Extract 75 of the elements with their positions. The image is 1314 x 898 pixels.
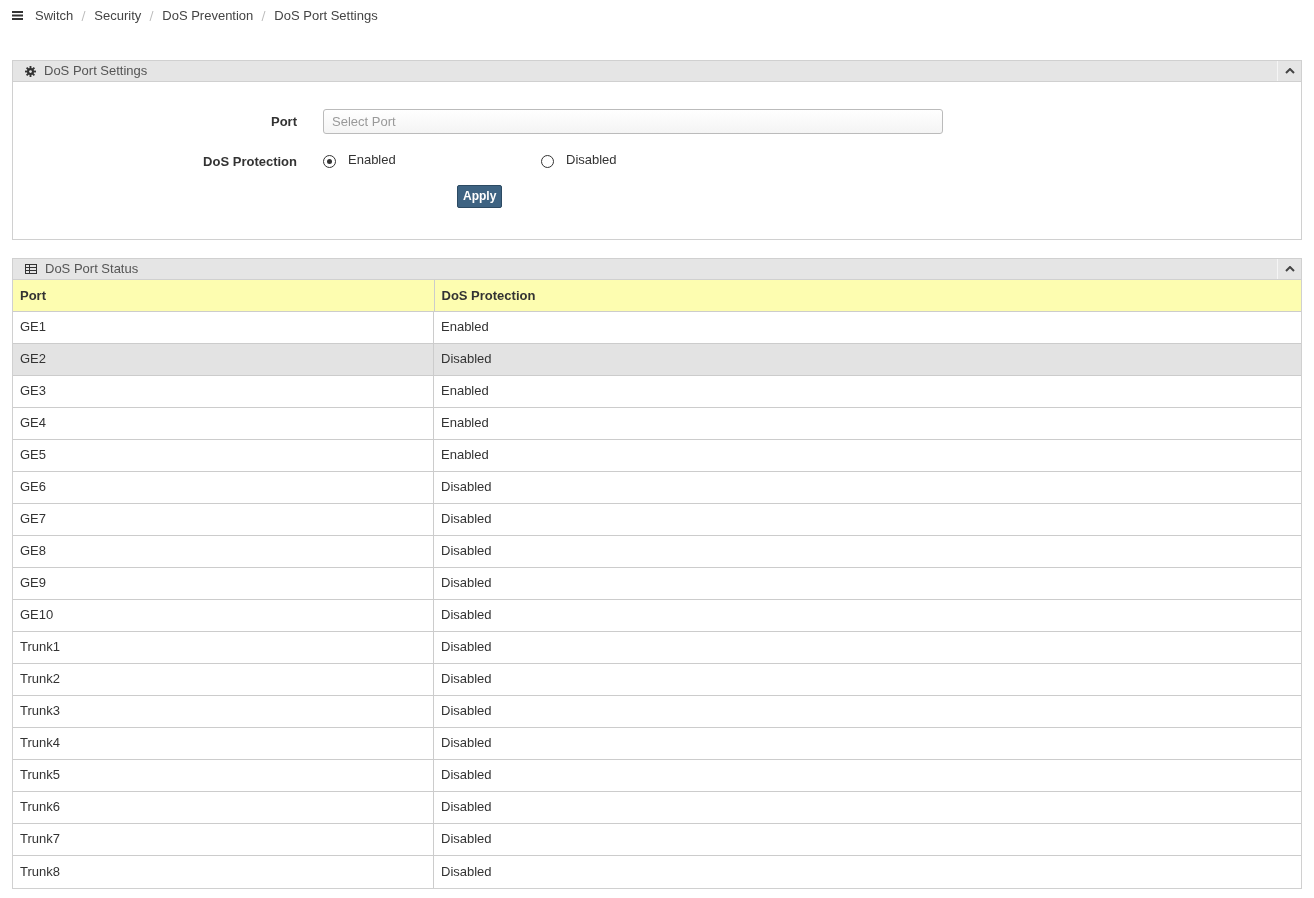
table-row[interactable]: GE9 Disabled (13, 567, 1301, 600)
table-icon (25, 264, 37, 274)
table-cell-text: Disabled (440, 542, 493, 561)
table-cell: Trunk6 (13, 791, 434, 823)
table-cell-text: Disabled (440, 670, 493, 689)
table-row[interactable]: Trunk2 Disabled (13, 663, 1301, 696)
port-label: Port (270, 112, 298, 131)
breadcrumb-link[interactable]: Switch (35, 5, 74, 26)
column-header: Port (13, 280, 434, 311)
table-cell-text: Disabled (440, 638, 493, 657)
table-cell: GE10 (13, 599, 434, 631)
slash-separator-icon (81, 9, 87, 22)
table-cell-text: Disabled (440, 510, 493, 529)
table-cell-text: Disabled (440, 830, 493, 849)
table-cell: GE7 (13, 503, 434, 535)
table-row[interactable]: GE7 Disabled (13, 503, 1301, 536)
radio-label: Enabled (348, 151, 396, 169)
table-cell: GE4 (13, 407, 434, 439)
table-cell-text: Disabled (440, 478, 493, 497)
breadcrumb-link[interactable]: DoS Port Settings (274, 5, 378, 26)
panel-title: DoS Port Status (45, 260, 139, 279)
table-row[interactable]: GE1 Enabled (13, 311, 1301, 344)
table-cell: Trunk2 (13, 663, 434, 695)
table-row[interactable]: Trunk6 Disabled (13, 791, 1301, 824)
table-cell: Trunk5 (13, 759, 434, 791)
radio-label: Disabled (566, 151, 617, 169)
table-cell: Trunk1 (13, 631, 434, 663)
table-cell-text: Disabled (440, 734, 493, 753)
table-cell: Trunk8 (13, 855, 434, 888)
table-row[interactable]: GE3 Enabled (13, 375, 1301, 408)
table-row[interactable]: GE4 Enabled (13, 407, 1301, 440)
breadcrumb-link[interactable]: Security (94, 5, 142, 26)
slash-separator-icon (261, 9, 267, 22)
table-cell-text: Disabled (440, 606, 493, 625)
breadcrumb-link[interactable]: DoS Prevention (162, 5, 254, 26)
menu-icon[interactable] (12, 11, 23, 20)
table-cell-text: Enabled (440, 446, 490, 465)
panel-title: DoS Port Settings (44, 62, 148, 81)
table-cell-text: Disabled (440, 862, 493, 881)
table-row[interactable]: GE8 Disabled (13, 535, 1301, 568)
table-row[interactable]: GE5 Enabled (13, 439, 1301, 472)
table-cell-text: Disabled (440, 702, 493, 721)
table-row[interactable]: GE2 Disabled (13, 343, 1301, 376)
table-cell: GE2 (13, 343, 434, 375)
table-cell: GE8 (13, 535, 434, 567)
table-cell: Trunk3 (13, 695, 434, 727)
table-cell: GE6 (13, 471, 434, 503)
table-row[interactable]: Trunk3 Disabled (13, 695, 1301, 728)
table-cell: GE1 (13, 311, 434, 343)
table-row[interactable]: GE10 Disabled (13, 599, 1301, 632)
table-cell-text: Disabled (440, 798, 493, 817)
table-cell-text: Disabled (440, 766, 493, 785)
gear-icon (25, 65, 36, 77)
table-cell-text: Enabled (440, 382, 490, 401)
protection-label: DoS Protection (202, 153, 298, 171)
table-cell: Trunk4 (13, 727, 434, 759)
table-row[interactable]: GE6 Disabled (13, 471, 1301, 504)
collapse-icon[interactable] (1284, 68, 1295, 74)
table-cell: GE3 (13, 375, 434, 407)
collapse-icon[interactable] (1284, 266, 1295, 272)
table-row[interactable]: Trunk1 Disabled (13, 631, 1301, 664)
slash-separator-icon (149, 9, 155, 22)
table-row[interactable]: Trunk7 Disabled (13, 823, 1301, 856)
table-cell: Trunk7 (13, 823, 434, 855)
table-cell-text: Enabled (440, 318, 490, 337)
table-row[interactable]: Trunk4 Disabled (13, 727, 1301, 760)
table-cell: GE5 (13, 439, 434, 471)
column-header: DoS Protection (434, 280, 1301, 311)
table-cell-text: Disabled (440, 350, 493, 369)
port-field[interactable]: Select Port (323, 109, 943, 134)
table-cell: GE9 (13, 567, 434, 599)
apply-button[interactable]: Apply (457, 184, 503, 208)
table-row[interactable]: Trunk5 Disabled (13, 759, 1301, 792)
table-cell-text: Disabled (440, 574, 493, 593)
table-cell-text: Enabled (440, 414, 490, 433)
